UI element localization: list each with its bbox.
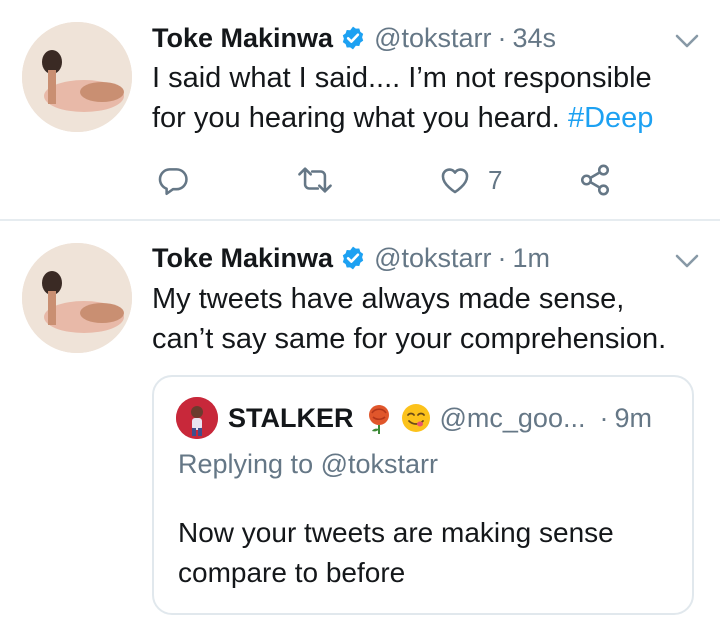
quoted-text-line: compare to before (178, 557, 406, 588)
rose-emoji-icon (368, 405, 389, 434)
quoted-text-line: Now your tweets are making sense (178, 517, 614, 548)
quoted-tweet-header: STALKER @mc_goo... · 9m (228, 397, 678, 439)
tweet-text: My tweets have always made sense, can’t … (152, 279, 702, 359)
tweet-text-line: for you hearing what you heard. #Deep (152, 98, 702, 138)
tweet-1[interactable]: Toke Makinwa @tokstarr · 34s I said what… (0, 0, 720, 220)
avatar[interactable] (22, 22, 132, 132)
yum-face-emoji-icon (401, 404, 430, 432)
replying-to-handle[interactable]: @tokstarr (321, 449, 438, 479)
separator-dot: · (497, 22, 507, 53)
heart-icon (441, 168, 469, 194)
replying-to-label: Replying to (178, 449, 314, 479)
avatar[interactable] (22, 243, 132, 353)
tweet-actions: 7 (0, 160, 720, 200)
quoted-avatar[interactable] (176, 397, 218, 439)
retweet-icon (298, 167, 332, 193)
tweet-text-segment: for you hearing what you heard. (152, 102, 568, 134)
avatar-photo-icon (22, 22, 132, 132)
author-name[interactable]: Toke Makinwa (152, 243, 333, 274)
reply-icon (158, 168, 188, 196)
quoted-avatar-photo-icon (176, 397, 218, 439)
author-handle[interactable]: @tokstarr (374, 23, 491, 54)
quoted-tweet[interactable]: STALKER @mc_goo... · 9m Replying to @tok… (152, 375, 694, 615)
timestamp[interactable]: 34s (513, 23, 557, 54)
quoted-author-name[interactable]: STALKER (228, 403, 354, 434)
hashtag-link[interactable]: #Deep (568, 102, 653, 134)
quoted-timestamp[interactable]: 9m (614, 403, 652, 434)
tweet-header: Toke Makinwa @tokstarr · 1m (152, 238, 550, 278)
author-name[interactable]: Toke Makinwa (152, 23, 333, 54)
verified-badge-icon (342, 246, 364, 270)
verified-badge-icon (342, 26, 364, 50)
retweet-button[interactable] (296, 160, 334, 200)
tweet-header: Toke Makinwa @tokstarr · 34s (152, 18, 556, 58)
tweet-text-line: I said what I said.... I’m not responsib… (152, 62, 652, 94)
replying-to: Replying to @tokstarr (178, 449, 438, 480)
reply-button[interactable] (156, 160, 190, 200)
chevron-down-icon[interactable] (674, 33, 700, 49)
separator-dot: · (497, 242, 507, 273)
quoted-author-handle[interactable]: @mc_goo... (440, 403, 586, 434)
tweet-text-line: can’t say same for your comprehension. (152, 323, 667, 355)
timestamp[interactable]: 1m (513, 243, 551, 274)
like-button[interactable]: 7 (438, 160, 502, 200)
avatar-photo-icon (22, 243, 132, 353)
chevron-down-icon[interactable] (674, 253, 700, 269)
share-icon (580, 164, 610, 196)
tweet-text: I said what I said.... I’m not responsib… (152, 58, 702, 138)
separator-dot: · (599, 402, 609, 433)
like-count: 7 (488, 164, 503, 195)
author-handle[interactable]: @tokstarr (374, 243, 491, 274)
share-button[interactable] (578, 160, 612, 200)
tweet-2[interactable]: Toke Makinwa @tokstarr · 1m My tweets ha… (0, 221, 720, 618)
tweet-text-line: My tweets have always made sense, (152, 283, 625, 315)
quoted-tweet-text: Now your tweets are making sense compare… (178, 513, 614, 593)
